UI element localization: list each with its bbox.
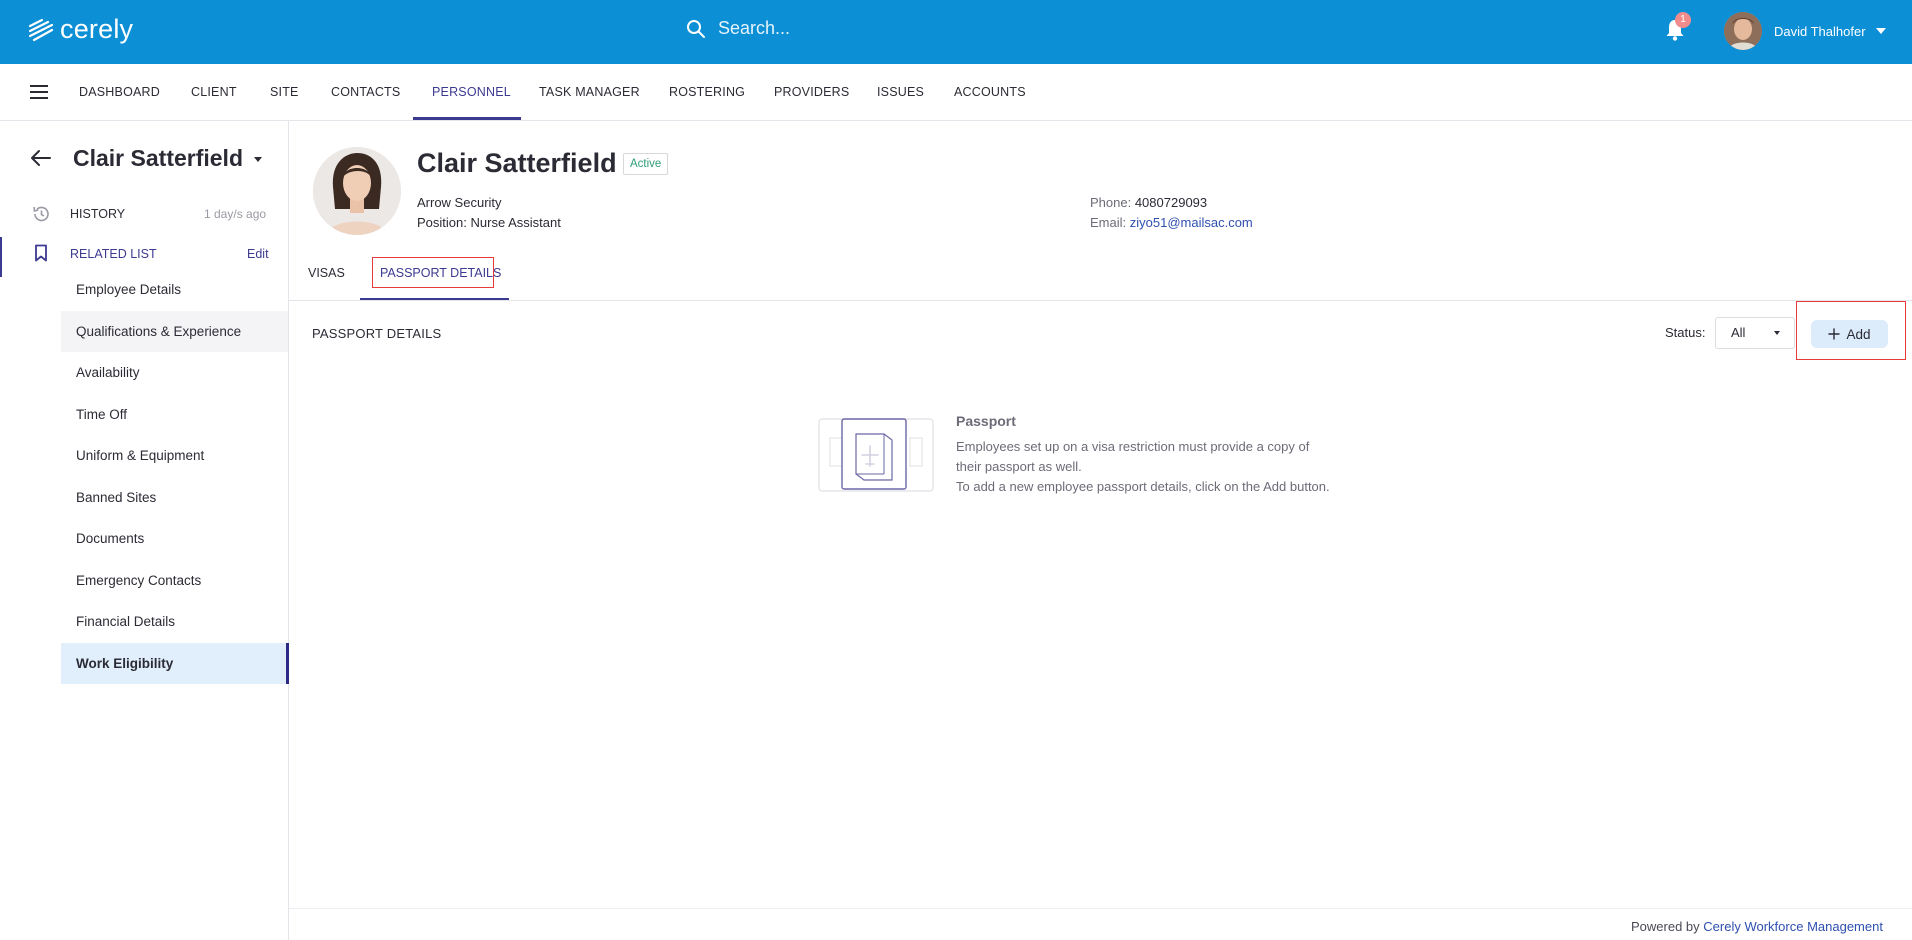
sidebar-item-banned-sites[interactable]: Banned Sites: [61, 477, 288, 518]
related-list-indicator: [0, 237, 2, 277]
bookmark-icon: [35, 244, 47, 262]
footer: Powered by Cerely Workforce Management: [1631, 919, 1883, 934]
nav-site[interactable]: SITE: [270, 85, 299, 99]
sidebar-item-financial-details[interactable]: Financial Details: [61, 601, 288, 642]
phone-info: Phone: 4080729093: [1090, 195, 1207, 210]
history-label[interactable]: HISTORY: [70, 207, 125, 221]
main-nav: DASHBOARD CLIENT SITE CONTACTS PERSONNEL…: [0, 64, 1912, 121]
tab-visas[interactable]: VISAS: [308, 266, 345, 280]
nav-accounts[interactable]: ACCOUNTS: [954, 85, 1026, 99]
logo-text: cerely: [60, 14, 134, 44]
phone-label: Phone:: [1090, 195, 1132, 210]
email-label: Email:: [1090, 215, 1127, 230]
related-list-edit-link[interactable]: Edit: [247, 247, 269, 261]
empty-state-line-3: To add a new employee passport details, …: [956, 479, 1330, 494]
email-link[interactable]: ziyo51@mailsac.com: [1130, 215, 1253, 230]
related-list-label: RELATED LIST: [70, 247, 157, 261]
nav-client[interactable]: CLIENT: [191, 85, 237, 99]
sidebar-item-uniform-equipment[interactable]: Uniform & Equipment: [61, 435, 288, 476]
add-button[interactable]: Add: [1811, 320, 1888, 348]
avatar-image: [1724, 12, 1762, 50]
position-label: Position:: [417, 215, 467, 230]
user-name[interactable]: David Thalhofer: [1774, 24, 1866, 39]
hamburger-menu-icon[interactable]: [30, 85, 48, 99]
nav-rostering[interactable]: ROSTERING: [669, 85, 745, 99]
search-input[interactable]: Search...: [718, 18, 790, 39]
status-filter-label: Status:: [1665, 325, 1706, 340]
person-switch-caret-icon[interactable]: [254, 157, 262, 162]
empty-state-title: Passport: [956, 413, 1016, 429]
sidebar-item-availability[interactable]: Availability: [61, 352, 288, 393]
sidebar: Clair Satterfield HISTORY 1 day/s ago RE…: [0, 121, 289, 940]
plus-icon: [1828, 328, 1841, 340]
history-time: 1 day/s ago: [204, 207, 267, 221]
sidebar-person-name[interactable]: Clair Satterfield: [73, 145, 243, 172]
tabs-divider: [289, 300, 1912, 301]
nav-contacts[interactable]: CONTACTS: [331, 85, 400, 99]
profile-name: Clair Satterfield: [417, 148, 617, 178]
back-arrow-icon[interactable]: [30, 149, 52, 167]
passport-tab-highlight-box: [372, 257, 494, 288]
email-info: Email: ziyo51@mailsac.com: [1090, 215, 1253, 230]
sidebar-item-qualifications[interactable]: Qualifications & Experience: [61, 311, 288, 352]
position-value: Nurse Assistant: [470, 215, 561, 230]
logo[interactable]: cerely: [28, 14, 133, 45]
status-badge: Active: [623, 153, 669, 175]
status-filter-select[interactable]: All: [1715, 317, 1795, 349]
search-icon: [687, 19, 705, 38]
nav-dashboard[interactable]: DASHBOARD: [79, 85, 160, 99]
footer-divider: [289, 908, 1912, 909]
sidebar-item-time-off[interactable]: Time Off: [61, 394, 288, 435]
nav-providers[interactable]: PROVIDERS: [774, 85, 849, 99]
sidebar-item-emergency-contacts[interactable]: Emergency Contacts: [61, 560, 288, 601]
footer-link[interactable]: Cerely Workforce Management: [1703, 919, 1883, 934]
passport-illustration-icon: [818, 418, 934, 492]
cerely-logo-icon: [28, 18, 54, 41]
status-filter-value: All: [1731, 325, 1746, 340]
company-name: Arrow Security: [417, 195, 502, 210]
phone-value: 4080729093: [1134, 195, 1208, 210]
nav-task-manager[interactable]: TASK MANAGER: [539, 85, 640, 99]
section-title: PASSPORT DETAILS: [312, 326, 442, 341]
sidebar-item-documents[interactable]: Documents: [61, 518, 288, 559]
top-bar: cerely Search... 1 David Thalhofer: [0, 0, 1912, 64]
profile-photo: [313, 147, 401, 235]
nav-issues[interactable]: ISSUES: [877, 85, 924, 99]
history-icon: [33, 206, 49, 222]
nav-personnel[interactable]: PERSONNEL: [432, 85, 511, 99]
search-box[interactable]: Search...: [686, 18, 790, 39]
sidebar-item-work-eligibility[interactable]: Work Eligibility: [61, 643, 289, 684]
profile-photo-image: [313, 147, 401, 235]
nav-active-indicator: [413, 117, 521, 120]
sidebar-item-employee-details[interactable]: Employee Details: [61, 269, 288, 310]
user-avatar[interactable]: [1724, 12, 1762, 50]
add-button-label: Add: [1846, 326, 1871, 342]
empty-state-line-2: their passport as well.: [956, 459, 1082, 474]
position-info: Position: Nurse Assistant: [417, 215, 561, 230]
user-menu-caret-icon[interactable]: [1876, 28, 1886, 34]
select-caret-icon: [1774, 331, 1780, 335]
footer-prefix: Powered by: [1631, 919, 1700, 934]
empty-state-line-1: Employees set up on a visa restriction m…: [956, 439, 1310, 454]
notification-count-badge: 1: [1675, 12, 1691, 28]
